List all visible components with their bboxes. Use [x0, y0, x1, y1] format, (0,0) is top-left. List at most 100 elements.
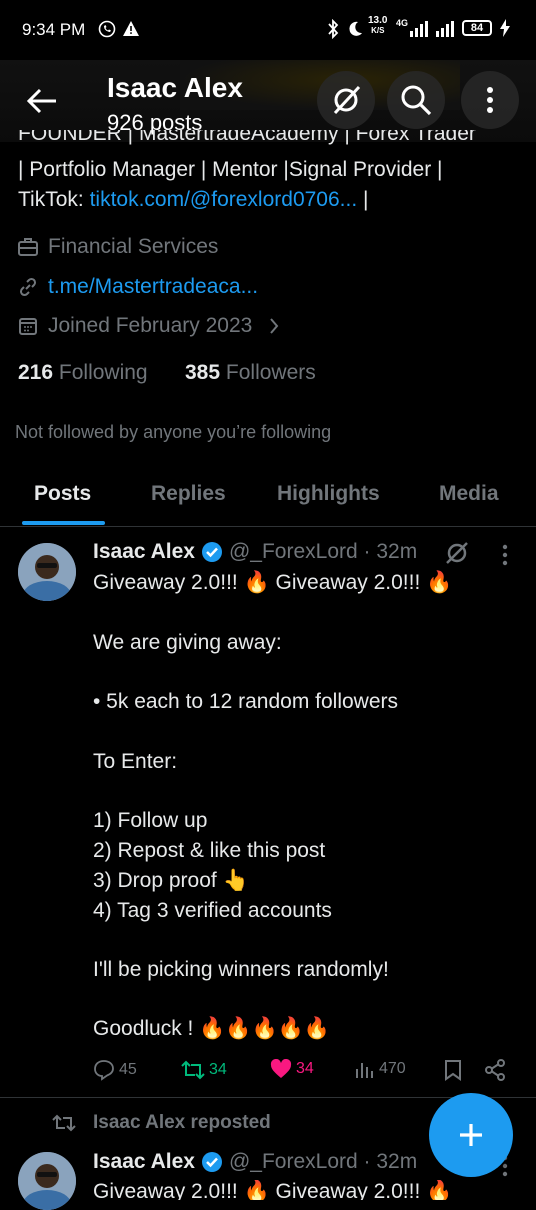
net-speed: 13.0 — [368, 15, 388, 26]
post-text-line: 2) Repost & like this post — [93, 839, 326, 862]
post-header: Isaac Alex @_ForexLord · 32m — [93, 1150, 417, 1174]
bio-tiktok-prefix: TikTok: — [18, 188, 90, 211]
status-time: 9:34 PM — [22, 20, 86, 39]
grok-post-button[interactable] — [444, 540, 470, 566]
whatsapp-icon — [98, 20, 116, 38]
post-author-name[interactable]: Isaac Alex — [93, 1150, 195, 1174]
link-icon — [19, 277, 37, 297]
reply-count: 45 — [119, 1061, 137, 1078]
avatar[interactable] — [18, 1152, 76, 1210]
category-row: Financial Services — [18, 235, 218, 259]
repost-text-clip: Giveaway 2.0!!! 🔥 Giveaway 2.0!!! 🔥 — [93, 1180, 513, 1200]
chevron-right-icon — [270, 318, 279, 334]
post-text-line: To Enter: — [93, 750, 178, 773]
views-chart-icon — [356, 1063, 373, 1078]
net-type: 4G — [396, 18, 409, 28]
followers-stat[interactable]: 385 Followers — [185, 361, 316, 385]
verified-badge-icon — [201, 542, 222, 562]
post-text-line: • 5k each to 12 random followers — [93, 690, 399, 713]
views-count: 470 — [379, 1060, 406, 1077]
heart-icon — [270, 1059, 292, 1078]
tiktok-link[interactable]: tiktok.com/@forexlord0706... — [90, 188, 358, 211]
post-text-line: I'll be picking winners randomly! — [93, 958, 389, 981]
tab-highlights[interactable]: Highlights — [277, 482, 380, 506]
repost-count: 34 — [209, 1061, 227, 1078]
tab-posts[interactable]: Posts — [34, 482, 91, 506]
calendar-icon — [19, 318, 37, 335]
reply-icon — [94, 1060, 114, 1081]
bio-suffix: | — [357, 188, 369, 211]
bio-line-2: | Portfolio Manager | Mentor |Signal Pro… — [18, 158, 443, 181]
reply-button[interactable]: 45 — [93, 1059, 137, 1081]
post-header: Isaac Alex @_ForexLord · 32m — [93, 540, 417, 564]
compose-button[interactable] — [429, 1093, 513, 1177]
net-unit: K/S — [371, 26, 385, 35]
verified-badge-icon — [201, 1152, 222, 1172]
signal-icon — [410, 21, 460, 37]
share-icon — [485, 1059, 505, 1081]
repost-icon — [52, 1114, 76, 1132]
charging-icon — [500, 19, 510, 37]
website-row[interactable]: t.me/Mastertradeaca... — [18, 275, 258, 299]
post-more-button[interactable] — [502, 544, 508, 566]
warning-icon — [122, 20, 140, 37]
post-text-line: We are giving away: — [93, 631, 282, 654]
profile-tabs: Posts Replies Highlights Media — [0, 466, 536, 527]
battery-level: 84 — [470, 22, 484, 34]
followers-count: 385 — [185, 361, 221, 384]
grok-icon — [333, 85, 361, 115]
post-text-line: Goodluck ! 🔥🔥🔥🔥🔥 — [93, 1017, 330, 1040]
like-count: 34 — [296, 1060, 314, 1077]
plus-icon — [460, 1124, 482, 1146]
bio-line-1: FOUNDER | MastertradeAcademy | Forex Tra… — [18, 130, 476, 148]
bookmark-icon — [445, 1060, 461, 1081]
header-name: Isaac Alex — [107, 72, 243, 103]
post-handle-time: @_ForexLord · 32m — [228, 540, 418, 563]
post-text-line: 4) Tag 3 verified accounts — [93, 899, 332, 922]
category-text: Financial Services — [48, 235, 219, 258]
bookmark-button[interactable] — [444, 1059, 462, 1081]
status-bar: 9:34 PM 13.0 K/S 4G 84 — [0, 0, 536, 60]
post-text-line: 3) Drop proof 👆 — [93, 869, 249, 892]
joined-row[interactable]: Joined February 2023 — [18, 314, 280, 338]
grok-button[interactable] — [317, 71, 375, 129]
following-count: 216 — [18, 361, 54, 384]
more-vertical-icon — [502, 544, 508, 566]
post-author-name[interactable]: Isaac Alex — [93, 540, 195, 564]
following-label: Following — [58, 361, 148, 384]
avatar[interactable] — [18, 543, 76, 601]
website-link[interactable]: t.me/Mastertradeaca... — [48, 275, 258, 299]
following-stat[interactable]: 216 Following — [18, 361, 148, 385]
post-text-line: Giveaway 2.0!!! 🔥 Giveaway 2.0!!! 🔥 — [93, 571, 453, 594]
like-button[interactable]: 34 — [270, 1059, 314, 1079]
followers-label: Followers — [225, 361, 316, 384]
search-icon — [401, 85, 432, 116]
battery-icon: 84 — [462, 20, 492, 36]
bluetooth-icon — [326, 19, 340, 39]
briefcase-icon — [18, 238, 38, 256]
repost-button[interactable]: 34 — [181, 1059, 227, 1081]
post-text-line: Giveaway 2.0!!! 🔥 Giveaway 2.0!!! 🔥 — [93, 1180, 453, 1200]
views-button[interactable]: 470 — [355, 1059, 406, 1079]
active-tab-indicator — [22, 521, 105, 525]
more-vertical-icon — [487, 87, 493, 113]
joined-text: Joined February 2023 — [48, 314, 253, 337]
repost-indicator-icon — [52, 1113, 76, 1133]
grok-icon — [446, 542, 468, 564]
share-button[interactable] — [484, 1059, 506, 1081]
post-text-line: 1) Follow up — [93, 809, 208, 832]
tab-media[interactable]: Media — [439, 482, 499, 506]
followed-by-text: Not followed by anyone you’re following — [15, 422, 332, 442]
post-handle-time: @_ForexLord · 32m — [228, 1150, 418, 1173]
repost-label: Isaac Alex reposted — [93, 1112, 271, 1133]
tab-replies[interactable]: Replies — [151, 482, 226, 506]
back-button[interactable] — [26, 86, 58, 116]
post-card[interactable] — [0, 527, 536, 1098]
bio-line-1-text: FOUNDER | MastertradeAcademy | Forex Tra… — [18, 130, 476, 145]
repost-icon — [181, 1060, 205, 1080]
bio-line-3: TikTok: tiktok.com/@forexlord0706... | — [18, 188, 368, 212]
moon-icon — [346, 20, 364, 38]
more-options-button[interactable] — [461, 71, 519, 129]
back-arrow-icon — [26, 88, 56, 114]
search-button[interactable] — [387, 71, 445, 129]
